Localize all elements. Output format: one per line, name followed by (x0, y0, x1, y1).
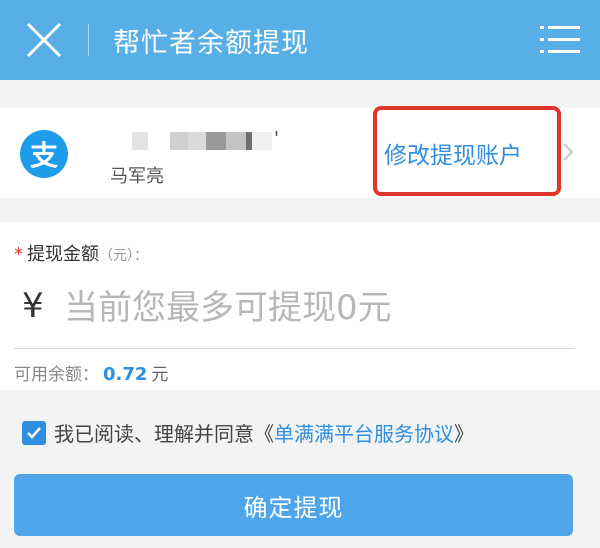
account-holder-name: 马军亮 (110, 166, 164, 187)
unit-hint: （元）： (99, 248, 148, 264)
agreement-text-suffix: 》 (454, 422, 474, 446)
withdraw-amount-input[interactable] (64, 282, 564, 334)
currency-symbol: ¥ (22, 286, 44, 326)
checkmark-icon (27, 426, 41, 439)
agreement-row: 我已阅读、理解并同意《 单满满平台服务协议》 (22, 418, 474, 447)
close-button[interactable] (0, 0, 88, 80)
top-nav-bar: 帮忙者余额提现 (0, 0, 600, 80)
amount-divider (14, 348, 574, 349)
alipay-icon: 支 (20, 130, 68, 178)
available-balance: 可用余额： 0.72 元 (14, 364, 169, 385)
annotation-highlight-box (373, 106, 561, 196)
amount-label: * 提现金额（元）： (14, 244, 148, 265)
menu-icon (540, 26, 580, 53)
required-mark: * (14, 244, 23, 265)
balance-value: 0.72 (103, 364, 148, 385)
service-agreement-link[interactable]: 单满满平台服务协议 (274, 418, 454, 447)
chevron-right-icon (563, 143, 574, 161)
agreement-checkbox[interactable] (22, 420, 46, 445)
header-divider (88, 24, 89, 56)
close-icon (26, 22, 62, 58)
confirm-withdraw-button[interactable]: 确定提现 (14, 474, 573, 536)
agreement-text-prefix: 我已阅读、理解并同意《 (54, 422, 274, 446)
page-title: 帮忙者余额提现 (113, 27, 309, 59)
menu-button[interactable] (520, 0, 600, 80)
